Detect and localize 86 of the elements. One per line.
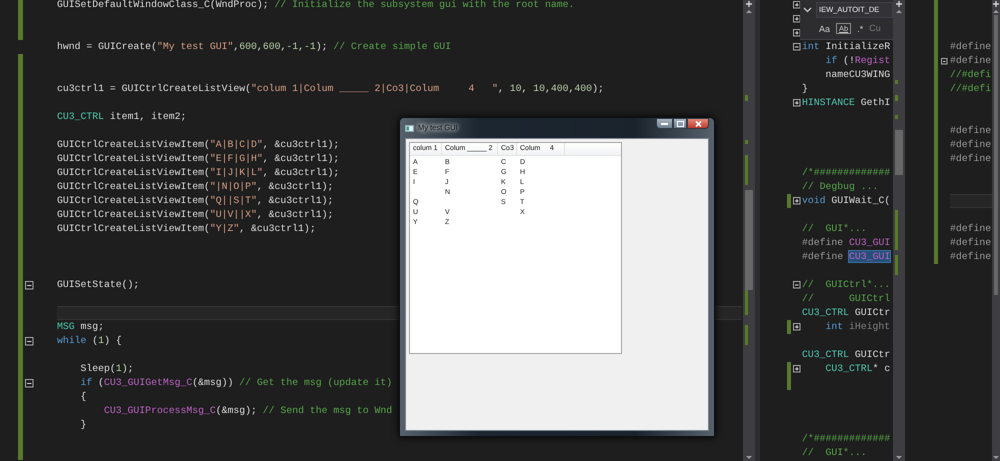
scrollbar-thumb[interactable] (745, 190, 753, 290)
code-line: // GUICtrl*... (802, 278, 890, 292)
down-arrow-icon[interactable] (895, 454, 903, 461)
plus-box-icon[interactable] (793, 99, 801, 107)
plus-box-icon[interactable] (793, 29, 801, 37)
code-line: } (802, 82, 808, 96)
minimize-icon (661, 122, 668, 126)
code-line: cu3ctrl1 = GUICtrlCreateListView("colum 1|Colum _____ 2|Co3|Colum 4 ", 10, 10,400,400); (57, 82, 604, 96)
code-line: CU3_CTRL item1, item2; (57, 110, 186, 124)
plus-icon[interactable] (744, 0, 754, 8)
code-line: #define (950, 250, 992, 264)
code-line: CU3_CTRL GUICtr (802, 306, 890, 320)
code-line: int InitializeR (802, 40, 890, 54)
code-line: CU3_CTRL GUICtr (802, 348, 890, 362)
code-line: // GUICtrl (802, 292, 890, 306)
code-line: hwnd = GUICreate("My test GUI",600,600,-1,-1); // Create simple GUI (57, 40, 451, 54)
code-line: GUISetDefaultWindowClass_C(WndProc); // Initialize the subsystem gui with the root name. (57, 0, 574, 12)
plus-box-icon[interactable] (793, 15, 801, 23)
code-line: GUICtrlCreateListViewItem("|N|O|P", &cu3ctrl1); (57, 180, 334, 194)
code-line: GUICtrlCreateListViewItem("I|J|K|L", &cu3ctrl1); (57, 166, 340, 180)
code-line: Sleep(1); (80, 362, 134, 376)
code-line: GUICtrlCreateListViewItem("E|F|G|H", &cu3ctrl1); (57, 152, 340, 166)
code-line: { (80, 390, 86, 404)
down-arrow-icon[interactable] (992, 454, 1000, 461)
scrollbar[interactable] (743, 0, 755, 461)
minus-box-icon[interactable] (793, 281, 801, 289)
code-line: #define (950, 40, 992, 54)
code-line: CU3_GUIProcessMsg_C(&msg); // Send the msg to Wnd (103, 404, 392, 418)
code-line: #define CU3_GUI (802, 250, 890, 264)
option-toggle[interactable]: .* (855, 22, 866, 35)
code-line: void GUIWait_C( (802, 194, 890, 208)
down-arrow-icon[interactable] (745, 454, 753, 461)
minus-box-icon[interactable] (25, 280, 34, 290)
code-line: CU3_CTRL* c (824, 362, 890, 376)
minus-box-icon[interactable] (793, 43, 801, 51)
scrollbar-thumb[interactable] (895, 130, 903, 175)
code-line: MSG msg; (57, 320, 104, 334)
window-icon (405, 124, 414, 132)
code-line: nameCU3WING (824, 68, 890, 82)
up-arrow-icon[interactable] (895, 8, 903, 15)
scrollbar[interactable] (893, 0, 905, 461)
plus-box-icon[interactable] (793, 197, 801, 205)
code-line: GUICtrlCreateListViewItem("A|B|C|D", &cu3ctrl1); (57, 138, 340, 152)
code-line: // GUI*... (802, 446, 867, 460)
close-button[interactable] (687, 118, 709, 129)
code-line: if (!Regist (824, 54, 890, 68)
code-line: // Degbug ... (802, 180, 878, 194)
code-line: /*############# (802, 166, 890, 180)
code-line: GUICtrlCreateListViewItem("U|V||X", &cu3ctrl1); (57, 208, 334, 222)
code-line: while (1) { (57, 334, 122, 348)
code-line: /*############# (802, 432, 890, 446)
up-arrow-icon[interactable] (745, 8, 753, 15)
code-line: } (80, 418, 86, 432)
option-toggle[interactable]: Aa (817, 22, 832, 35)
code-line: if (CU3_GUIGetMsg_C(&msg)) // Get the msg (update it) (80, 376, 392, 390)
code-line: HINSTANCE GethI (802, 96, 890, 110)
code-line: GUISetState(); (57, 278, 140, 292)
maximize-icon (676, 120, 684, 126)
code-line: #define (950, 152, 992, 166)
plus-icon[interactable] (991, 0, 1000, 8)
plus-box-icon[interactable] (793, 1, 801, 9)
plus-box-icon[interactable] (793, 323, 801, 331)
plus-box-icon[interactable] (793, 365, 801, 373)
code-line: // GUI*... (802, 222, 867, 236)
code-line: #define (950, 222, 992, 236)
code-line: //#defi (950, 68, 992, 82)
plus-icon[interactable] (894, 0, 904, 8)
code-line: #define (950, 54, 992, 68)
code-line: #define (950, 236, 992, 250)
code-line: #define (950, 124, 992, 138)
scrollbar-thumb[interactable] (994, 15, 998, 295)
close-icon (694, 120, 702, 126)
chevron-down-icon[interactable] (803, 7, 812, 13)
scrollbar[interactable] (992, 0, 1000, 461)
code-line: GUICtrlCreateListViewItem("Q||S|T", &cu3ctrl1); (57, 194, 334, 208)
code-line: int iHeight (824, 320, 890, 334)
up-arrow-icon[interactable] (992, 8, 1000, 15)
minus-box-icon[interactable] (941, 58, 948, 64)
minimize-button[interactable] (656, 118, 673, 129)
code-line: #define CU3_GUI (802, 236, 890, 250)
maximize-button[interactable] (673, 118, 687, 129)
code-line: GUICtrlCreateListViewItem("Y|Z", &cu3ctrl1); (57, 222, 316, 236)
minus-box-icon[interactable] (25, 378, 34, 388)
code-line: #define (950, 138, 992, 152)
minus-box-icon[interactable] (25, 336, 34, 346)
code-line: //#defi (950, 82, 992, 96)
